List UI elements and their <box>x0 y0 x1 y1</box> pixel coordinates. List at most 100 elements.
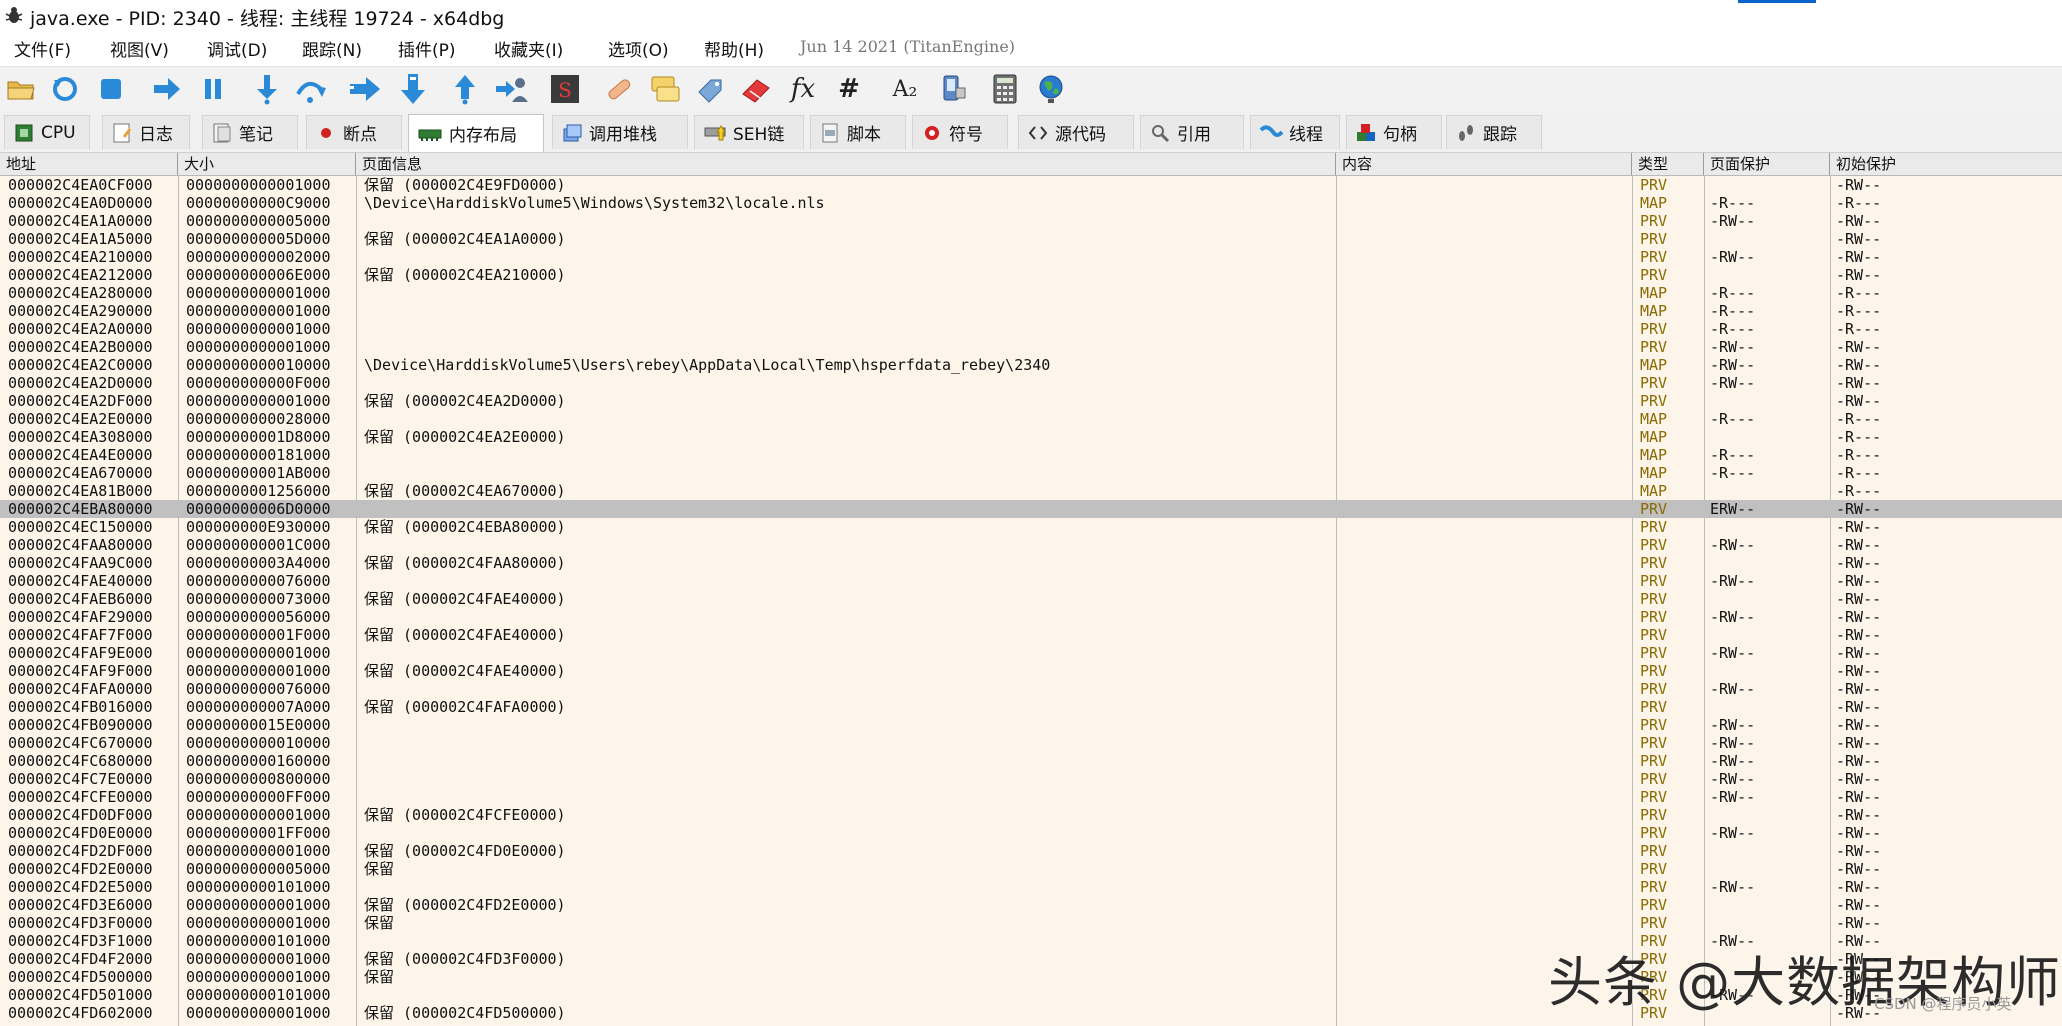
menu-favourites[interactable]: 收藏夹(I) <box>494 36 563 61</box>
table-row[interactable]: 000002C4EA1A0000 0000000000005000 PRV -RW--… <box>0 212 2062 230</box>
tab-references[interactable]: 引用 <box>1140 115 1244 149</box>
table-row[interactable]: 000002C4FAA80000 000000000001C000 PRV -RW--… <box>0 536 2062 554</box>
table-row[interactable]: 000002C4EA2B0000 0000000000001000 PRV -RW--… <box>0 338 2062 356</box>
table-row[interactable]: 000002C4EA4E0000 0000000000181000 MAP -R---… <box>0 446 2062 464</box>
table-row[interactable]: 000002C4EA290000 0000000000001000 MAP -R---… <box>0 302 2062 320</box>
step-into-icon[interactable] <box>250 72 284 106</box>
tab-handles[interactable]: 句柄 <box>1346 115 1442 149</box>
menu-file[interactable]: 文件(F) <box>14 36 71 61</box>
tab-log[interactable]: 日志 <box>102 115 190 149</box>
table-row[interactable]: 000002C4EA2E0000 0000000000028000 MAP -R---… <box>0 410 2062 428</box>
table-row[interactable]: 000002C4EA81B000 0000000001256000 保留 (0000… <box>0 482 2062 500</box>
header-size[interactable]: 大小 <box>178 153 356 175</box>
stop-icon[interactable] <box>94 72 128 106</box>
table-row[interactable]: 000002C4EC150000 000000000E930000 保留 (0000… <box>0 518 2062 536</box>
tab-notes[interactable]: 笔记 <box>202 115 298 149</box>
table-row[interactable]: 000002C4FD2DF000 0000000000001000 保留 (0000… <box>0 842 2062 860</box>
restart-icon[interactable] <box>48 72 82 106</box>
pause-icon[interactable] <box>196 72 230 106</box>
cell-protection: -RW-- <box>1710 248 1756 266</box>
table-row[interactable]: 000002C4FB090000 00000000015E0000 PRV -RW--… <box>0 716 2062 734</box>
strings-icon[interactable]: A₂ <box>888 72 922 106</box>
scylla-icon[interactable]: S <box>548 72 582 106</box>
menu-trace[interactable]: 跟踪(N) <box>302 36 362 61</box>
cell-size: 0000000000076000 <box>186 680 331 698</box>
table-row[interactable]: 000002C4FAF7F000 000000000001F000 保留 (0000… <box>0 626 2062 644</box>
table-row[interactable]: 000002C4FAA9C000 00000000003A4000 保留 (0000… <box>0 554 2062 572</box>
table-row[interactable]: 000002C4EA2C0000 0000000000010000 \Device\… <box>0 356 2062 374</box>
trace-over-icon[interactable] <box>396 72 430 106</box>
menu-debug[interactable]: 调试(D) <box>207 36 267 61</box>
tab-symbols[interactable]: 符号 <box>912 115 1008 149</box>
tab-seh-chain[interactable]: SEH链 <box>694 115 804 149</box>
table-row[interactable]: 000002C4FCFE0000 00000000000FF000 PRV -RW--… <box>0 788 2062 806</box>
calculator-icon[interactable] <box>988 72 1022 106</box>
menu-help[interactable]: 帮助(H) <box>704 36 764 61</box>
table-row[interactable]: 000002C4EA2D0000 000000000000F000 PRV -RW--… <box>0 374 2062 392</box>
bookmarks-icon[interactable] <box>740 72 774 106</box>
cell-type: MAP <box>1640 194 1668 212</box>
header-content[interactable]: 内容 <box>1336 153 1632 175</box>
table-row[interactable]: 000002C4EBA80000 00000000006D0000 PRV ERW--… <box>0 500 2062 518</box>
table-row[interactable]: 000002C4EA2DF000 0000000000001000 保留 (0000… <box>0 392 2062 410</box>
menu-options[interactable]: 选项(O) <box>608 36 669 61</box>
tab-script[interactable]: 脚本 <box>810 115 906 149</box>
table-row[interactable]: 000002C4FD0E0000 00000000001FF000 PRV -RW--… <box>0 824 2062 842</box>
table-row[interactable]: 000002C4FC7E0000 0000000000800000 PRV -RW--… <box>0 770 2062 788</box>
table-row[interactable]: 000002C4FD0DF000 0000000000001000 保留 (0000… <box>0 806 2062 824</box>
tab-trace[interactable]: 跟踪 <box>1446 115 1542 149</box>
header-address[interactable]: 地址 <box>0 153 178 175</box>
trace-into-icon[interactable] <box>348 72 382 106</box>
table-row[interactable]: 000002C4EA210000 0000000000002000 PRV -RW--… <box>0 248 2062 266</box>
globe-icon[interactable] <box>1034 72 1068 106</box>
open-icon[interactable] <box>4 72 38 106</box>
table-row[interactable]: 000002C4EA212000 000000000006E000 保留 (0000… <box>0 266 2062 284</box>
menu-plugins[interactable]: 插件(P) <box>398 36 456 61</box>
tab-breakpoints[interactable]: 断点 <box>306 115 402 149</box>
device-icon[interactable] <box>936 72 970 106</box>
table-row[interactable]: 000002C4FC670000 0000000000010000 PRV -RW--… <box>0 734 2062 752</box>
tab-cpu[interactable]: CPU <box>4 115 90 149</box>
labels-icon[interactable] <box>694 72 728 106</box>
header-initial-protection[interactable]: 初始保护 <box>1830 153 2062 175</box>
step-over-icon[interactable] <box>294 72 328 106</box>
table-row[interactable]: 000002C4FAF9E000 0000000000001000 PRV -RW--… <box>0 644 2062 662</box>
table-row[interactable]: 000002C4FAEB6000 0000000000073000 保留 (0000… <box>0 590 2062 608</box>
table-row[interactable]: 000002C4FD2E0000 0000000000005000 保留 PRV -RW… <box>0 860 2062 878</box>
table-row[interactable]: 000002C4FAFA0000 0000000000076000 PRV -RW--… <box>0 680 2062 698</box>
table-row[interactable]: 000002C4FD3E6000 0000000000001000 保留 (0000… <box>0 896 2062 914</box>
table-row[interactable]: 000002C4FD3F0000 0000000000001000 保留 PRV -RW… <box>0 914 2062 932</box>
table-row[interactable]: 000002C4EA1A5000 000000000005D000 保留 (0000… <box>0 230 2062 248</box>
table-row[interactable]: 000002C4FD2E5000 0000000000101000 PRV -RW--… <box>0 878 2062 896</box>
cell-protection: -R--- <box>1710 194 1756 212</box>
table-row[interactable]: 000002C4FC680000 0000000000160000 PRV -RW--… <box>0 752 2062 770</box>
table-row[interactable]: 000002C4EA0D0000 00000000000C9000 \Device\… <box>0 194 2062 212</box>
variables-icon[interactable]: # <box>832 72 866 106</box>
patch-icon[interactable] <box>602 72 636 106</box>
table-row[interactable]: 000002C4EA280000 0000000000001000 MAP -R---… <box>0 284 2062 302</box>
cell-size: 0000000000101000 <box>186 932 331 950</box>
table-row[interactable]: 000002C4FAF9F000 0000000000001000 保留 (0000… <box>0 662 2062 680</box>
table-row[interactable]: 000002C4EA670000 00000000001AB000 MAP -R---… <box>0 464 2062 482</box>
cell-page-info: 保留 (000002C4FAA80000) <box>364 554 566 572</box>
header-page-info[interactable]: 页面信息 <box>356 153 1336 175</box>
table-row[interactable]: 000002C4EA2A0000 0000000000001000 PRV -R---… <box>0 320 2062 338</box>
comments-icon[interactable] <box>648 72 682 106</box>
tab-call-stack[interactable]: 调用堆栈 <box>552 115 688 149</box>
table-row[interactable]: 000002C4FB016000 000000000007A000 保留 (0000… <box>0 698 2062 716</box>
execute-till-return-icon[interactable] <box>448 72 482 106</box>
table-row[interactable]: 000002C4FAF29000 0000000000056000 PRV -RW--… <box>0 608 2062 626</box>
tab-threads[interactable]: 线程 <box>1250 115 1340 149</box>
menu-view[interactable]: 视图(V) <box>110 36 169 61</box>
table-row[interactable]: 000002C4EA308000 00000000001D8000 保留 (0000… <box>0 428 2062 446</box>
tab-source[interactable]: 源代码 <box>1018 115 1134 149</box>
table-row[interactable]: 000002C4FAE40000 0000000000076000 PRV -RW--… <box>0 572 2062 590</box>
run-to-user-code-icon[interactable] <box>494 72 528 106</box>
header-protection[interactable]: 页面保护 <box>1704 153 1830 175</box>
run-icon[interactable] <box>150 72 184 106</box>
cell-initial-protection: -RW-- <box>1836 356 1882 374</box>
functions-icon[interactable]: fx <box>786 72 820 106</box>
header-type[interactable]: 类型 <box>1632 153 1704 175</box>
tab-memory-map[interactable]: 内存布局 <box>408 114 544 152</box>
table-row[interactable]: 000002C4EA0CF000 0000000000001000 保留 (0000… <box>0 176 2062 194</box>
